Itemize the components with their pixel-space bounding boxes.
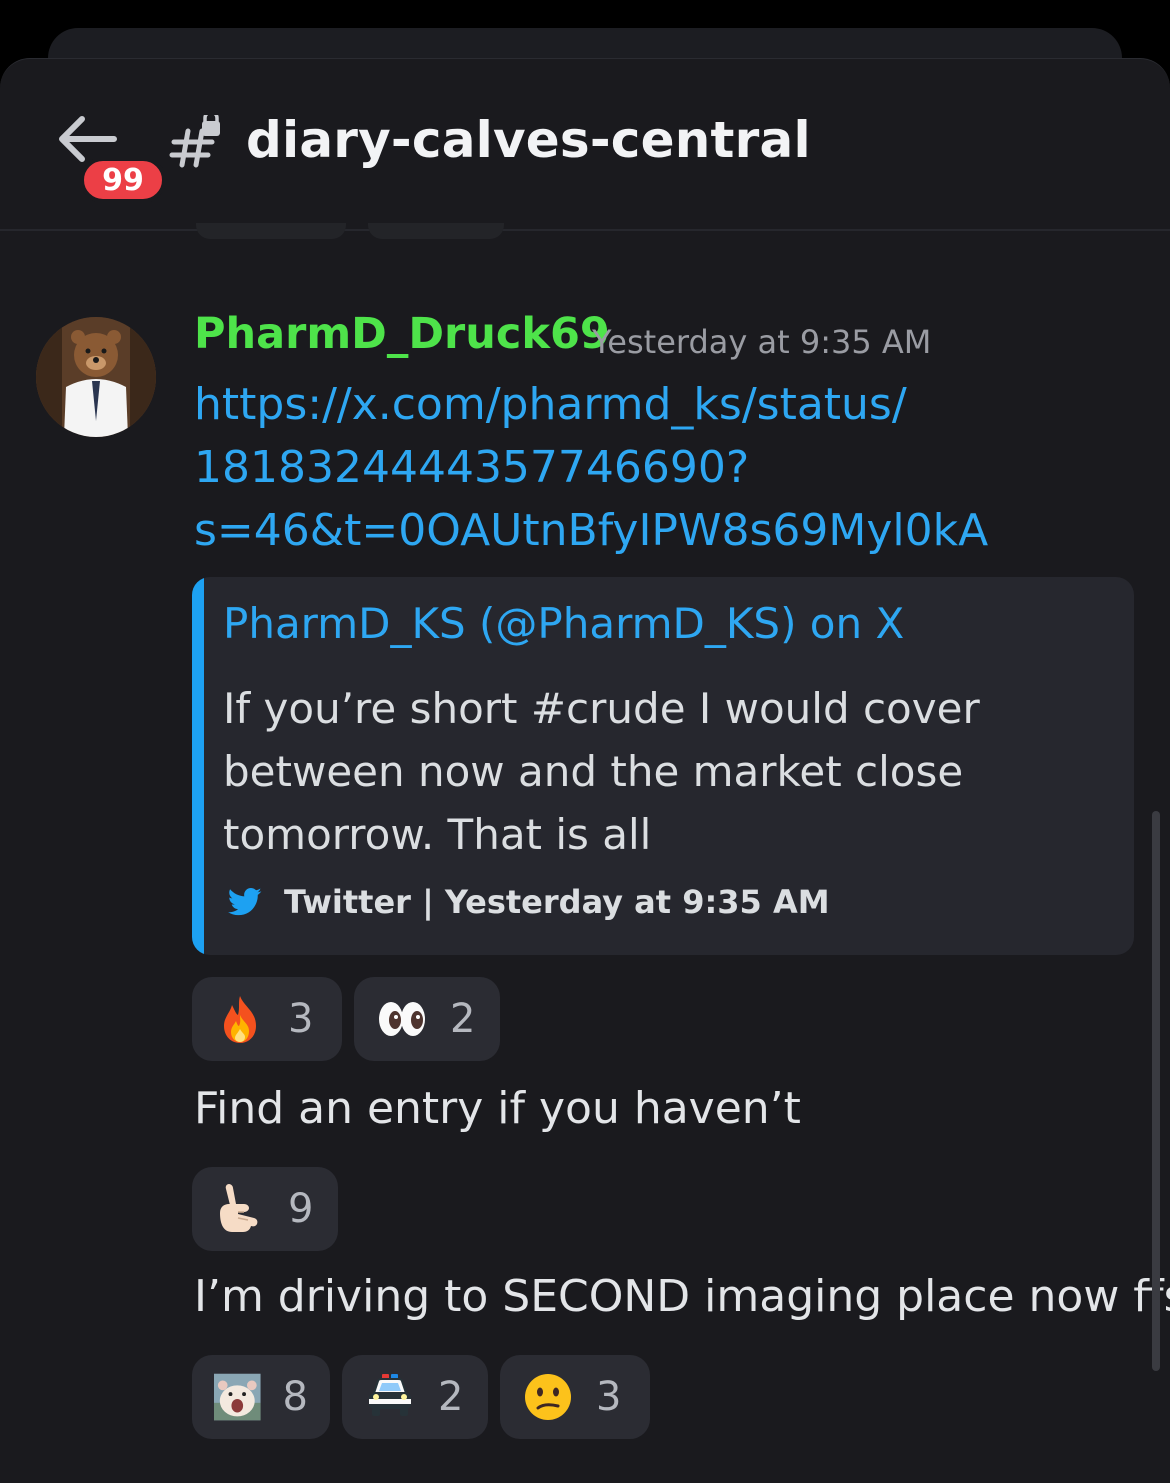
screaming-hamster-icon: [214, 1373, 261, 1421]
locked-channel-hash-icon: [168, 110, 224, 171]
bear-doctor-avatar-icon: [36, 317, 156, 437]
channel-view: 99 diary-calves-central PharmD_Druck69 Y…: [0, 58, 1170, 1483]
unread-badge: 99: [80, 157, 166, 203]
fire-icon: [224, 996, 256, 1043]
avatar[interactable]: [36, 317, 156, 437]
embed-footer-text: Twitter | Yesterday at 9:35 AM: [284, 883, 830, 921]
reaction-custom-screaming-hamster[interactable]: 8: [192, 1355, 330, 1439]
reaction-count: 3: [288, 996, 314, 1042]
police-car-icon: [369, 1374, 411, 1416]
reaction-eyes[interactable]: 2: [354, 977, 500, 1061]
reaction-police-car[interactable]: 2: [342, 1355, 488, 1439]
call-me-hand-icon: [220, 1184, 258, 1232]
channel-header: 99 diary-calves-central: [0, 59, 1170, 239]
channel-title: diary-calves-central: [246, 111, 811, 169]
embed-footer: Twitter | Yesterday at 9:35 AM: [228, 883, 830, 921]
message-author[interactable]: PharmD_Druck69: [194, 309, 610, 359]
embed-description: If you’re short #crude I would cover bet…: [223, 677, 1103, 866]
reaction-confused-face[interactable]: 3: [500, 1355, 650, 1439]
message-timestamp: Yesterday at 9:35 AM: [592, 323, 932, 361]
message-text: I’m driving to SECOND imaging place now …: [194, 1271, 1170, 1322]
message-text: Find an entry if you haven’t: [194, 1083, 801, 1134]
twitter-bird-icon: [228, 887, 262, 916]
embed-description-line: between now and the market close: [223, 747, 964, 796]
link-line: s=46&t=0OAUtnBfyIPW8s69Myl0kA: [194, 505, 989, 556]
link-embed: PharmD_KS (@PharmD_KS) on X If you’re sh…: [192, 577, 1134, 955]
reaction-bar: 3 2: [192, 977, 500, 1061]
embed-title[interactable]: PharmD_KS (@PharmD_KS) on X: [223, 599, 904, 648]
link-line: https://x.com/pharmd_ks/status/: [194, 379, 907, 430]
message-link[interactable]: https://x.com/pharmd_ks/status/ 18183244…: [194, 373, 1144, 562]
reaction-call-me-hand[interactable]: 9: [192, 1167, 338, 1251]
reaction-count: 3: [596, 1374, 622, 1420]
eyes-icon: [379, 1002, 425, 1036]
reaction-count: 2: [438, 1374, 464, 1420]
reaction-bar: 9: [192, 1167, 338, 1251]
previous-reaction-pill: [368, 223, 504, 239]
embed-description-line: If you’re short #crude I would cover: [223, 684, 980, 733]
reaction-fire[interactable]: 3: [192, 977, 342, 1061]
embed-description-line: tomorrow. That is all: [223, 810, 652, 859]
embed-accent-bar: [192, 577, 204, 955]
scrollbar-thumb[interactable]: [1152, 811, 1160, 1371]
reaction-count: 9: [288, 1186, 314, 1232]
reaction-bar: 8 2 3: [192, 1355, 650, 1439]
reaction-count: 8: [282, 1374, 308, 1420]
link-line: 1818324444357746690?: [194, 442, 750, 493]
previous-reaction-pill: [196, 223, 346, 239]
confused-face-icon: [525, 1374, 571, 1420]
reaction-count: 2: [450, 996, 476, 1042]
